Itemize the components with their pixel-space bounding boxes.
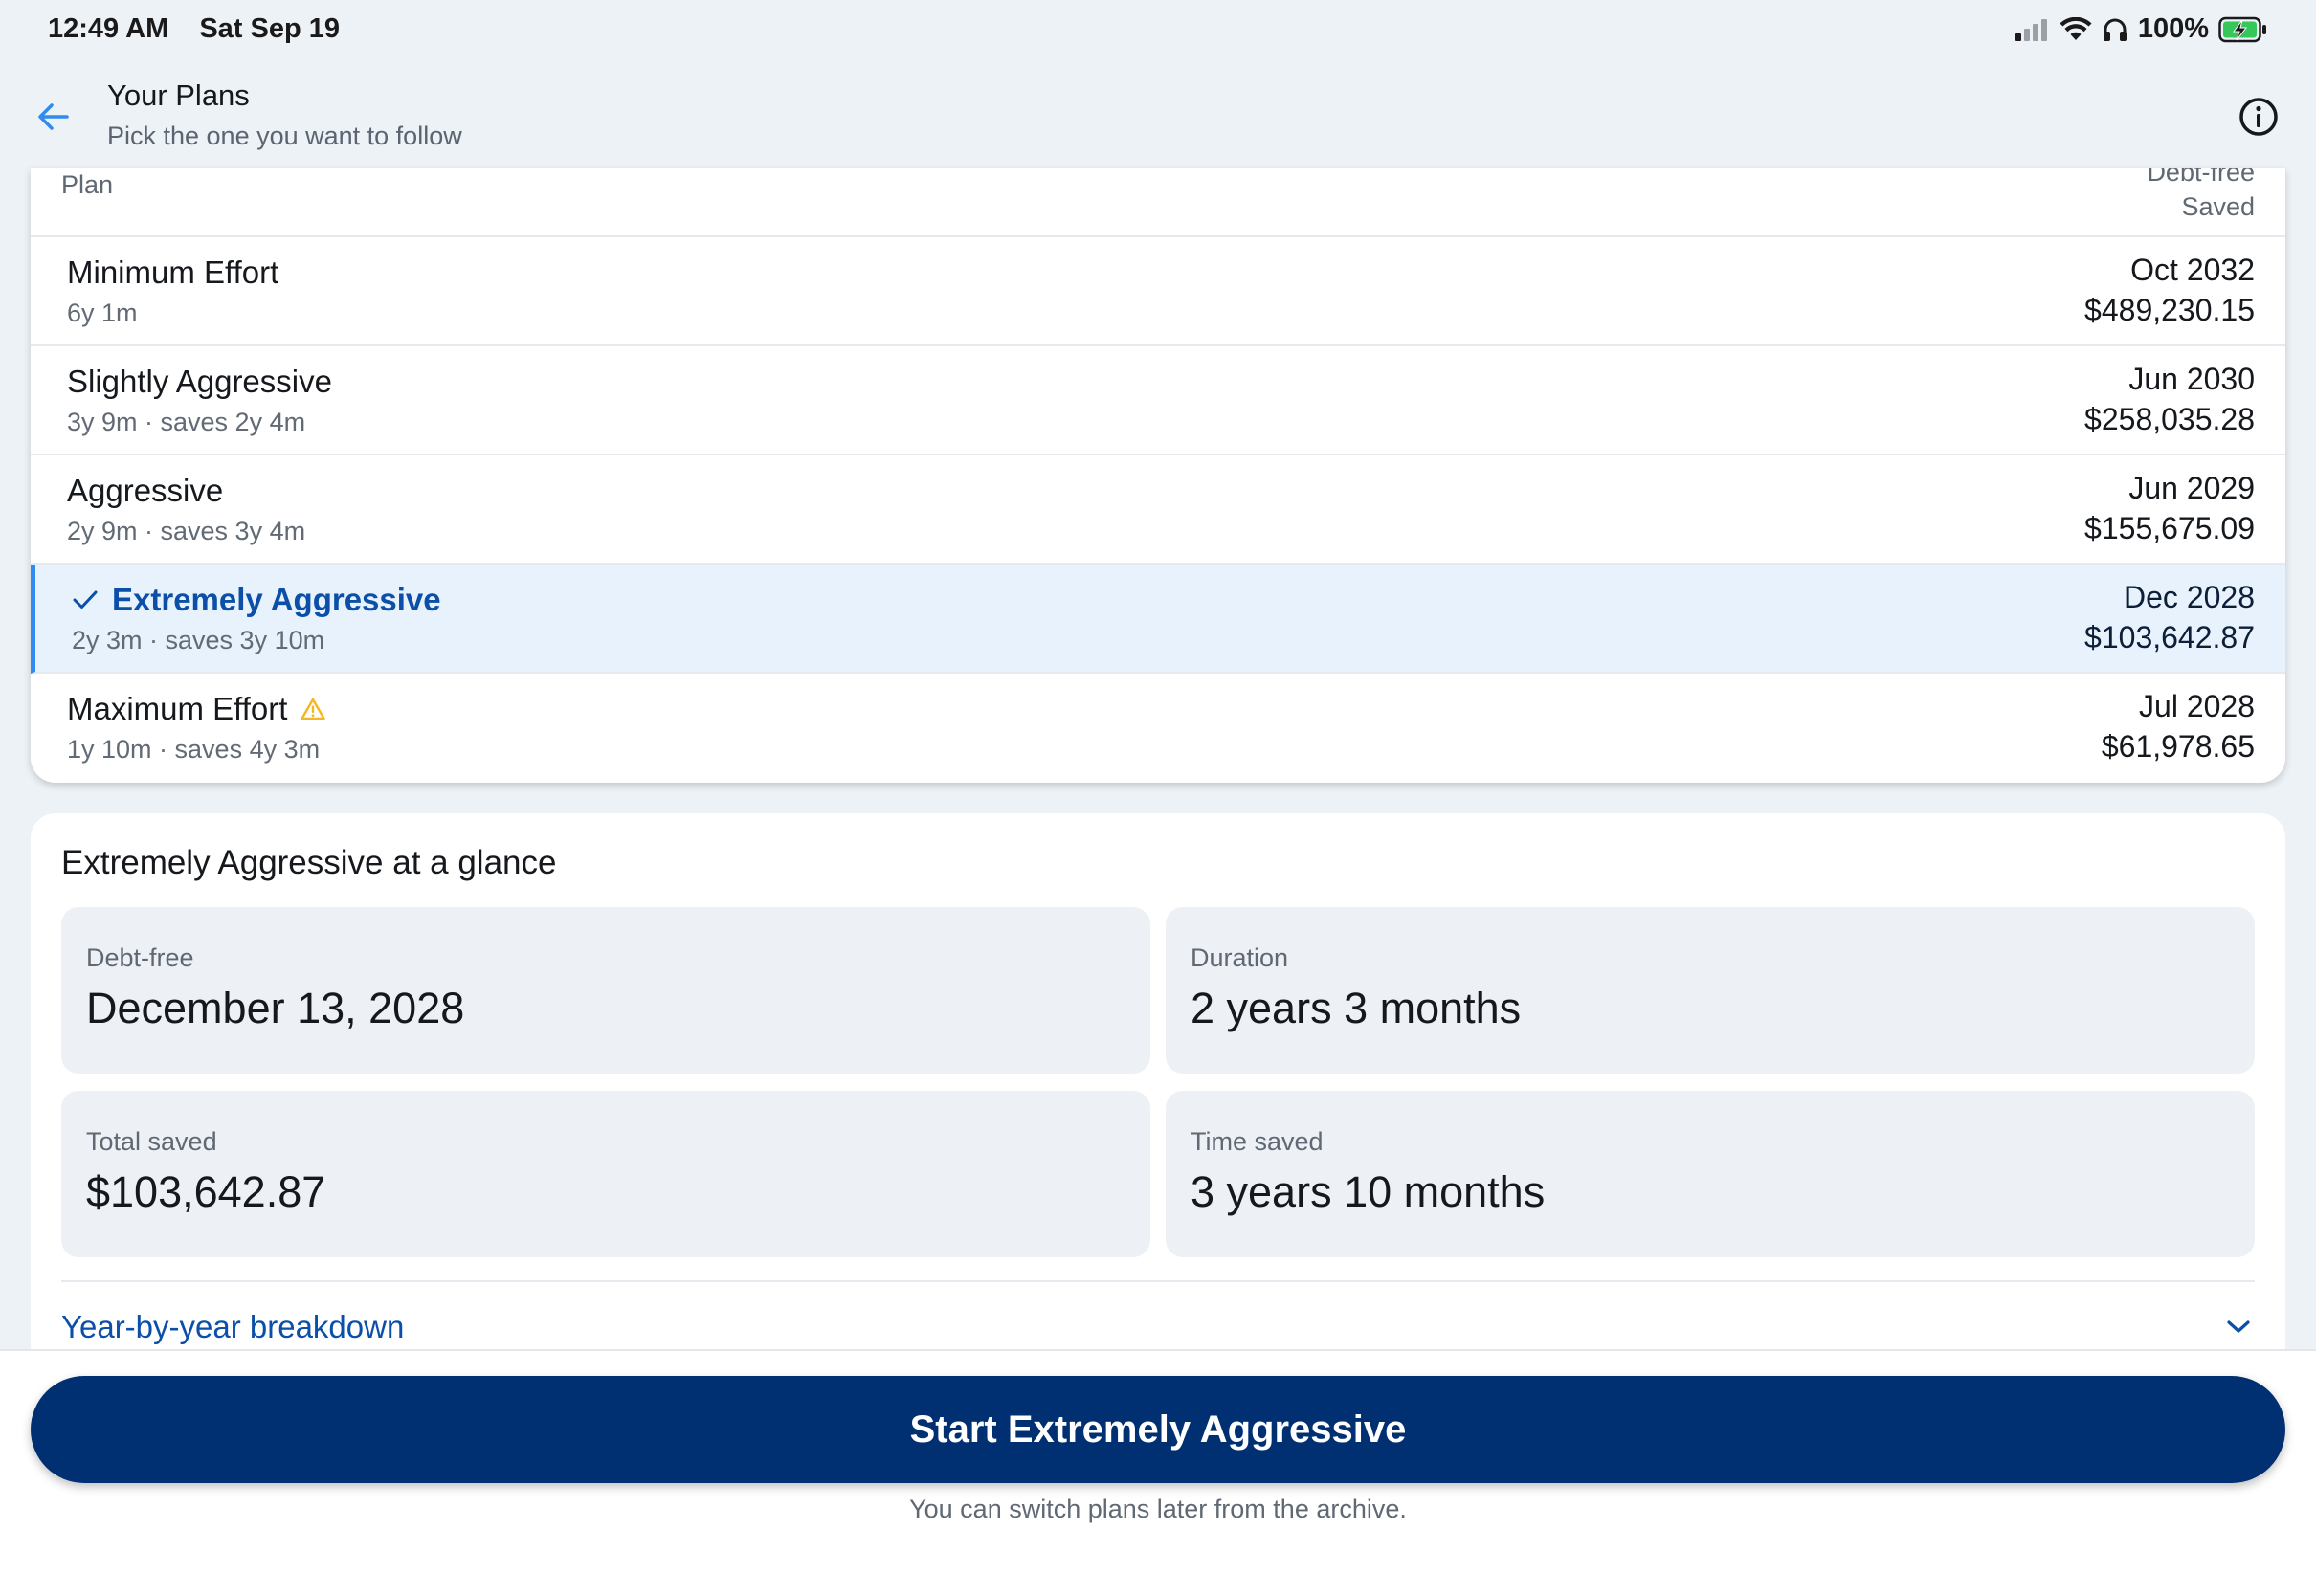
plan-saved-amount: $155,675.09 — [2084, 511, 2255, 545]
checkmark-icon — [73, 590, 98, 609]
page-title: Your Plans — [107, 78, 250, 112]
plans-screen: 12:49 AM Sat Sep 19 100% Your Plans Pick… — [0, 0, 2316, 1596]
status-time-date: 12:49 AM Sat Sep 19 — [48, 13, 363, 45]
plan-duration: 2y 9m · saves 3y 4m — [67, 517, 306, 545]
column-header-plan: Plan — [61, 170, 114, 199]
plan-name-selected: Extremely Aggressive — [72, 582, 441, 618]
plan-duration: 1y 10m · saves 4y 3m — [67, 735, 321, 764]
plan-duration: 3y 9m · saves 2y 4m — [67, 408, 306, 436]
plan-summary-card: Extremely Aggressive at a glance Debt-fr… — [31, 813, 2285, 1349]
stat-label: Debt-free — [86, 943, 194, 972]
wifi-icon — [2060, 16, 2092, 40]
plan-row-extremely-aggressive[interactable]: Extremely Aggressive 2y 3m · saves 3y 10… — [31, 565, 2285, 674]
signal-icon — [2015, 18, 2047, 41]
plan-row-slightly-aggressive[interactable]: Slightly Aggressive 3y 9m · saves 2y 4m … — [31, 346, 2285, 455]
plan-debt-free-date: Oct 2032 — [2130, 253, 2255, 287]
table-header: Plan Debt-free Saved — [31, 168, 2285, 237]
stat-total-saved: Total saved $103,642.87 — [61, 1091, 1150, 1257]
stat-value: 2 years 3 months — [1191, 984, 1522, 1032]
arrow-left-icon — [38, 103, 69, 130]
plan-debt-free-date: Dec 2028 — [2124, 580, 2255, 614]
status-time: 12:49 AM — [48, 13, 169, 44]
plan-debt-free-date: Jul 2028 — [2139, 689, 2255, 723]
stat-value: $103,642.87 — [86, 1167, 326, 1216]
year-by-year-breakdown-toggle[interactable]: Year-by-year breakdown — [61, 1309, 404, 1345]
status-date: Sat Sep 19 — [199, 13, 341, 44]
stat-value: 3 years 10 months — [1191, 1167, 1546, 1216]
headphones-icon — [2103, 18, 2127, 41]
switch-plans-note: You can switch plans later from the arch… — [909, 1495, 1407, 1523]
info-button[interactable] — [2236, 94, 2282, 140]
start-plan-button[interactable]: Start Extremely Aggressive — [31, 1376, 2285, 1483]
warning-icon — [301, 698, 326, 720]
plan-saved-amount: $489,230.15 — [2084, 293, 2255, 327]
stat-label: Total saved — [86, 1127, 217, 1156]
status-bar: 12:49 AM Sat Sep 19 100% — [0, 0, 2316, 61]
plan-name: Slightly Aggressive — [67, 364, 332, 399]
stat-time-saved: Time saved 3 years 10 months — [1166, 1091, 2255, 1257]
plan-name-with-warning: Maximum Effort — [67, 691, 326, 727]
stat-label: Duration — [1191, 943, 1289, 972]
summary-title: Extremely Aggressive at a glance — [61, 844, 557, 881]
plan-name: Minimum Effort — [67, 255, 279, 290]
plan-name: Aggressive — [67, 473, 224, 508]
plan-saved-amount: $103,642.87 — [2084, 620, 2255, 654]
page-subtitle: Pick the one you want to follow — [107, 122, 462, 150]
battery-percent: 100% — [2137, 13, 2209, 44]
status-icons: 100% — [2015, 13, 2268, 45]
plan-name: Maximum Effort — [67, 691, 288, 726]
plan-row-aggressive[interactable]: Aggressive 2y 9m · saves 3y 4m Jun 2029 … — [31, 455, 2285, 565]
plan-duration: 6y 1m — [67, 299, 138, 327]
info-icon — [2239, 98, 2278, 136]
plan-saved-amount: $61,978.65 — [2101, 729, 2255, 764]
bottom-action-bar: Start Extremely Aggressive You can switc… — [0, 1349, 2316, 1596]
stat-duration: Duration 2 years 3 months — [1166, 907, 2255, 1074]
divider — [61, 1280, 2255, 1282]
plan-debt-free-date: Jun 2029 — [2128, 471, 2255, 505]
plan-row-maximum-effort[interactable]: Maximum Effort 1y 10m · saves 4y 3m Jul … — [31, 674, 2285, 783]
column-header-debt-free-saved: Debt-free Saved — [2147, 168, 2255, 224]
app-header: Your Plans Pick the one you want to foll… — [0, 61, 2316, 168]
column-header-debt-free: Debt-free — [2147, 168, 2255, 187]
chevron-down-icon[interactable] — [2224, 1317, 2253, 1338]
plan-saved-amount: $258,035.28 — [2084, 402, 2255, 436]
stat-value: December 13, 2028 — [86, 984, 465, 1032]
plan-row-minimum-effort[interactable]: Minimum Effort 6y 1m Oct 2032 $489,230.1… — [31, 237, 2285, 346]
plan-debt-free-date: Jun 2030 — [2128, 362, 2255, 396]
stat-label: Time saved — [1191, 1127, 1324, 1156]
plan-duration: 2y 3m · saves 3y 10m — [72, 626, 325, 654]
stat-debt-free: Debt-free December 13, 2028 — [61, 907, 1150, 1074]
plans-table: Plan Debt-free Saved Minimum Effort 6y 1… — [31, 168, 2285, 783]
back-button[interactable] — [33, 96, 75, 138]
plan-name: Extremely Aggressive — [112, 582, 441, 617]
battery-charging-icon — [2218, 16, 2266, 42]
column-header-saved: Saved — [2181, 192, 2255, 221]
